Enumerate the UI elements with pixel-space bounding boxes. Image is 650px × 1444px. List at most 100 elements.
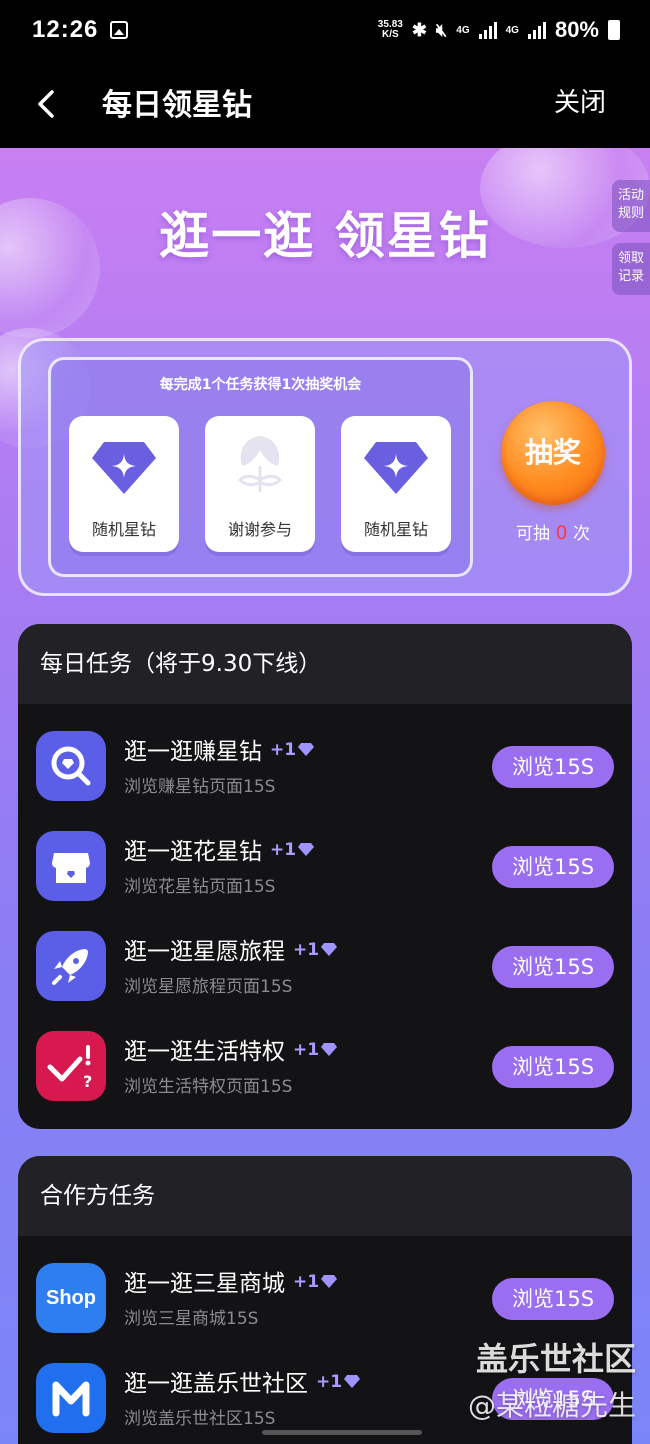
- task-subtitle: 浏览生活特权页面15S: [124, 1077, 293, 1097]
- task-title-text: 逛一逛星愿旅程: [124, 939, 285, 965]
- members-icon: [36, 1363, 106, 1433]
- bluetooth-icon: ✱: [411, 19, 427, 40]
- mute-icon: 🔇︎: [435, 19, 448, 40]
- close-button[interactable]: 关闭: [554, 82, 606, 119]
- check-question-icon: ?: [36, 1031, 106, 1101]
- partner-tasks-header: 合作方任务: [18, 1156, 632, 1236]
- image-notification-icon: [110, 21, 128, 39]
- task-title-text: 逛一逛花星钻: [124, 839, 262, 865]
- draw-button[interactable]: 抽奖: [501, 401, 605, 505]
- watermark-line2: @某粒糖先生: [467, 1389, 636, 1422]
- task-subtitle: 浏览赚星钻页面15S: [124, 777, 276, 797]
- task-reward-value: +1: [293, 1040, 320, 1060]
- task-title: 逛一逛星愿旅程 +1: [124, 932, 338, 966]
- back-arrow-icon[interactable]: [34, 86, 64, 122]
- prize-card: 随机星钻: [69, 416, 179, 552]
- task-title-text: 逛一逛生活特权: [124, 1039, 285, 1065]
- prize-label: 谢谢参与: [227, 520, 292, 539]
- status-indicators: 35.83 K/S ✱ 🔇︎ 4G 4G 80%: [378, 17, 620, 43]
- browse-button[interactable]: 浏览15S: [492, 1278, 614, 1320]
- task-row: 逛一逛星愿旅程 +1 浏览星愿旅程页面15S 浏览15S: [18, 916, 632, 1016]
- network-2: 4G: [505, 24, 519, 36]
- prize-card: 随机星钻: [341, 416, 451, 552]
- network-1-label: 4G: [456, 24, 470, 36]
- activity-rules-label: 活动规则: [617, 188, 644, 221]
- draw-count-suffix: 次: [572, 524, 590, 544]
- watermark-line1: 盖乐世社区: [475, 1340, 636, 1378]
- task-row: ? 逛一逛生活特权 +1 浏览生活特权页面15S 浏览15S: [18, 1016, 632, 1116]
- task-row: 逛一逛赚星钻 +1 浏览赚星钻页面15S 浏览15S: [18, 716, 632, 816]
- main-content: 逛一逛 领星钻 活动规则 领取记录 每完成1个任务获得1次抽奖机会 随机星钻 谢…: [0, 148, 650, 1444]
- draw-count: 可抽 0 次: [491, 519, 615, 544]
- task-reward: +1: [270, 740, 315, 760]
- draw-count-prefix: 可抽: [516, 524, 551, 544]
- gem-icon: [344, 1375, 361, 1388]
- task-reward: +1: [293, 940, 338, 960]
- prize-card: 谢谢参与: [205, 416, 315, 552]
- task-title: 逛一逛生活特权 +1: [124, 1032, 338, 1066]
- claim-records-tab[interactable]: 领取记录: [612, 243, 650, 295]
- task-reward-value: +1: [270, 740, 297, 760]
- task-title-text: 逛一逛盖乐世社区: [124, 1371, 308, 1397]
- network-1: 4G: [456, 24, 470, 36]
- signal-icon: [478, 21, 497, 39]
- task-row: Shop 逛一逛三星商城 +1 浏览三星商城15S 浏览15S: [18, 1248, 632, 1348]
- task-reward: +1: [293, 1272, 338, 1292]
- daily-tasks-card: 每日任务（将于9.30下线） 逛一逛赚星钻 +1 浏览赚星钻页面15S 浏览15S: [18, 624, 632, 1129]
- prize-hint: 每完成1个任务获得1次抽奖机会: [159, 377, 362, 393]
- page-title: 每日领星钻: [102, 88, 252, 123]
- browse-button[interactable]: 浏览15S: [492, 946, 614, 988]
- net-speed: 35.83 K/S: [378, 20, 403, 40]
- gem-icon: [298, 843, 315, 856]
- nav-bar: 每日领星钻 关闭: [0, 62, 650, 148]
- task-title-text: 逛一逛赚星钻: [124, 739, 262, 765]
- task-title: 逛一逛赚星钻 +1: [124, 732, 315, 766]
- task-subtitle: 浏览盖乐世社区15S: [124, 1409, 276, 1429]
- task-title: 逛一逛三星商城 +1: [124, 1264, 338, 1298]
- rocket-icon: [36, 931, 106, 1001]
- diamond-icon: [92, 442, 156, 494]
- browse-button[interactable]: 浏览15S: [492, 846, 614, 888]
- gem-icon: [321, 1275, 338, 1288]
- task-reward-value: +1: [316, 1372, 343, 1392]
- battery-percent: 80%: [554, 17, 599, 42]
- task-title: 逛一逛盖乐世社区 +1: [124, 1364, 361, 1398]
- network-2-label: 4G: [505, 24, 519, 36]
- home-indicator[interactable]: [262, 1430, 422, 1435]
- task-reward: +1: [270, 840, 315, 860]
- store-icon: [36, 831, 106, 901]
- status-time: 12:26: [32, 16, 99, 43]
- draw-count-number: 0: [555, 522, 568, 544]
- prize-label: 随机星钻: [91, 520, 156, 539]
- task-title: 逛一逛花星钻 +1: [124, 832, 315, 866]
- task-reward-value: +1: [293, 1272, 320, 1292]
- claim-records-label: 领取记录: [617, 251, 644, 284]
- task-subtitle: 浏览星愿旅程页面15S: [124, 977, 293, 997]
- gem-icon: [298, 743, 315, 756]
- signal-icon-2: [527, 21, 546, 39]
- prize-box: 每完成1个任务获得1次抽奖机会 随机星钻 谢谢参与 随机星钻: [48, 357, 473, 577]
- browse-button[interactable]: 浏览15S: [492, 746, 614, 788]
- net-speed-unit: K/S: [381, 29, 399, 40]
- task-subtitle: 浏览三星商城15S: [124, 1309, 259, 1329]
- task-reward-value: +1: [293, 940, 320, 960]
- task-reward: +1: [293, 1040, 338, 1060]
- daily-tasks-header: 每日任务（将于9.30下线）: [18, 624, 632, 704]
- lottery-panel: 每完成1个任务获得1次抽奖机会 随机星钻 谢谢参与 随机星钻 抽奖 可抽 0 次: [18, 338, 632, 596]
- shop-icon: Shop: [36, 1263, 106, 1333]
- svg-text:?: ?: [83, 1072, 92, 1091]
- prize-label: 随机星钻: [363, 520, 428, 539]
- search-icon: [36, 731, 106, 801]
- battery-icon: [608, 20, 620, 40]
- gem-icon: [321, 1043, 338, 1056]
- task-title-text: 逛一逛三星商城: [124, 1271, 285, 1297]
- browse-button[interactable]: 浏览15S: [492, 1046, 614, 1088]
- task-reward: +1: [316, 1372, 361, 1392]
- task-row: 逛一逛花星钻 +1 浏览花星钻页面15S 浏览15S: [18, 816, 632, 916]
- activity-rules-tab[interactable]: 活动规则: [612, 180, 650, 232]
- gem-icon: [321, 943, 338, 956]
- sprout-icon: [237, 436, 283, 492]
- hero-title: 逛一逛 领星钻: [159, 207, 491, 265]
- task-subtitle: 浏览花星钻页面15S: [124, 877, 276, 897]
- diamond-icon: [364, 442, 428, 494]
